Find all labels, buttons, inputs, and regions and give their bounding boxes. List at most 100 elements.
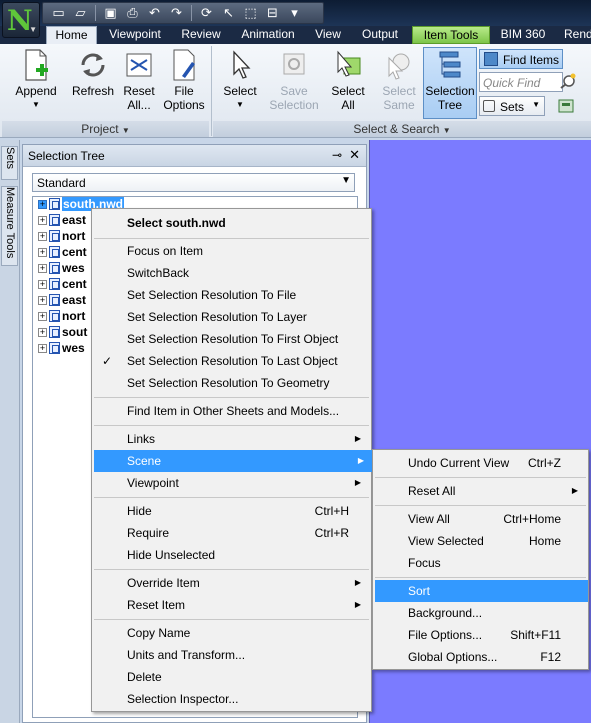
select-box-icon[interactable]: ⬚ xyxy=(241,4,260,22)
tree-item[interactable]: + east xyxy=(38,293,86,309)
dock-tab-sets[interactable]: Sets xyxy=(1,146,18,180)
tab-item-tools[interactable]: Item Tools xyxy=(412,26,490,44)
expand-icon[interactable]: + xyxy=(38,248,47,257)
save-selection-button[interactable]: Save Selection xyxy=(266,48,322,112)
menu-item-resolution-last-object[interactable]: ✓ Set Selection Resolution To Last Object xyxy=(94,350,369,372)
menu-item-background[interactable]: Background... xyxy=(375,602,586,624)
quick-find-input[interactable]: Quick Find xyxy=(479,72,563,92)
customize-qat-icon[interactable]: ▾ xyxy=(285,4,304,22)
save-icon[interactable]: ▣ xyxy=(101,4,120,22)
menu-item-sort[interactable]: Sort xyxy=(375,580,588,602)
refresh-icon[interactable]: ⟳ xyxy=(197,4,216,22)
menu-item-switchback[interactable]: SwitchBack xyxy=(94,262,369,284)
expand-icon[interactable]: + xyxy=(38,296,47,305)
select-same-button[interactable]: Select Same xyxy=(378,48,420,112)
menu-item-find-in-other-sheets[interactable]: Find Item in Other Sheets and Models... xyxy=(94,400,369,422)
tab-output[interactable]: Output xyxy=(352,26,408,44)
tree-mode-select[interactable]: Standard ▼ xyxy=(32,173,355,192)
manage-sets-icon[interactable] xyxy=(556,96,576,116)
find-items-button[interactable]: Find Items xyxy=(479,49,563,69)
select-all-button[interactable]: Select All xyxy=(328,48,368,112)
file-icon xyxy=(49,278,60,290)
sets-dropdown[interactable]: Sets ▼ xyxy=(479,96,545,116)
tree-item[interactable]: + nort xyxy=(38,309,85,325)
menu-item-reset-item[interactable]: Reset Item ▶ xyxy=(94,594,369,616)
tree-item[interactable]: + wes xyxy=(38,341,85,357)
redo-icon[interactable]: ↷ xyxy=(167,4,186,22)
menu-item-resolution-geometry[interactable]: Set Selection Resolution To Geometry xyxy=(94,372,369,394)
pin-icon[interactable]: ⊸ xyxy=(332,148,342,162)
selection-tree-button[interactable]: Selection Tree xyxy=(423,47,477,119)
new-icon[interactable]: ▭ xyxy=(49,4,68,22)
select-search-panel-title[interactable]: Select & Search ▼ xyxy=(213,121,591,137)
menu-item-reset-all[interactable]: Reset All ▶ xyxy=(375,480,586,502)
file-options-label-2: Options xyxy=(163,98,205,112)
menu-item-override-item[interactable]: Override Item ▶ xyxy=(94,572,369,594)
menu-item-focus[interactable]: Focus xyxy=(375,552,586,574)
reset-all-label-2: All... xyxy=(127,98,151,112)
tree-item[interactable]: + east xyxy=(38,213,86,229)
menu-item-scene[interactable]: Scene ▶ xyxy=(94,450,372,472)
tree-item[interactable]: + cent xyxy=(38,245,87,261)
expand-icon[interactable]: + xyxy=(38,216,47,225)
menu-item-resolution-layer[interactable]: Set Selection Resolution To Layer xyxy=(94,306,369,328)
menu-item-undo-current-view[interactable]: Undo Current View Ctrl+Z xyxy=(375,452,561,474)
append-button[interactable]: Append ▼ xyxy=(10,48,62,112)
menu-item-require[interactable]: Require Ctrl+R xyxy=(94,522,349,544)
menu-item-viewpoint[interactable]: Viewpoint ▶ xyxy=(94,472,369,494)
tab-bim-360[interactable]: BIM 360 xyxy=(494,26,552,44)
tab-render[interactable]: Rend xyxy=(556,26,591,44)
expand-icon[interactable]: + xyxy=(38,280,47,289)
close-icon[interactable]: ✕ xyxy=(349,147,360,163)
menu-item-file-options[interactable]: File Options... Shift+F11 xyxy=(375,624,561,646)
quick-access-toolbar: ▭ ▱ ▣ ⎙ ↶ ↷ ⟳ ↖ ⬚ ⊟ ▾ xyxy=(42,2,324,24)
tree-item[interactable]: + cent xyxy=(38,277,87,293)
select-button[interactable]: Select ▼ xyxy=(218,48,262,112)
expand-icon[interactable]: + xyxy=(38,328,47,337)
expand-icon[interactable]: + xyxy=(38,200,47,209)
menu-item-selection-inspector[interactable]: Selection Inspector... xyxy=(94,688,369,710)
tab-viewpoint[interactable]: Viewpoint xyxy=(100,26,170,44)
expand-icon[interactable]: + xyxy=(38,344,47,353)
dock-tab-measure-tools[interactable]: Measure Tools xyxy=(1,186,18,266)
expand-icon[interactable]: + xyxy=(38,312,47,321)
tree-item[interactable]: + sout xyxy=(38,325,87,341)
print-icon[interactable]: ⎙ xyxy=(123,4,142,22)
file-options-button[interactable]: File Options xyxy=(160,48,208,112)
refresh-button[interactable]: Refresh xyxy=(68,48,118,98)
menu-item-copy-name[interactable]: Copy Name xyxy=(94,622,369,644)
select-all-label-1: Select xyxy=(331,84,365,98)
tab-review[interactable]: Review xyxy=(174,26,228,44)
menu-item-links[interactable]: Links ▶ xyxy=(94,428,369,450)
menu-item-select-file[interactable]: Select south.nwd xyxy=(94,212,369,234)
select-icon[interactable]: ↖ xyxy=(219,4,238,22)
submenu-arrow-icon: ▶ xyxy=(354,478,361,487)
expand-icon[interactable]: + xyxy=(38,232,47,241)
menu-item-focus-on-item[interactable]: Focus on Item xyxy=(94,240,369,262)
collapse-icon[interactable]: ⊟ xyxy=(263,4,282,22)
menu-item-hide-unselected[interactable]: Hide Unselected xyxy=(94,544,369,566)
quick-find-icon[interactable] xyxy=(557,72,577,92)
expand-icon[interactable]: + xyxy=(38,264,47,273)
menu-item-resolution-file[interactable]: Set Selection Resolution To File xyxy=(94,284,369,306)
menu-item-units-and-transform[interactable]: Units and Transform... xyxy=(94,644,369,666)
open-icon[interactable]: ▱ xyxy=(71,4,90,22)
file-icon xyxy=(49,342,60,354)
tree-item[interactable]: + wes xyxy=(38,261,85,277)
menu-item-resolution-first-object[interactable]: Set Selection Resolution To First Object xyxy=(94,328,369,350)
undo-icon[interactable]: ↶ xyxy=(145,4,164,22)
project-panel-title[interactable]: Project ▼ xyxy=(2,121,209,137)
chevron-down-icon: ▼ xyxy=(341,175,351,186)
menu-item-view-selected[interactable]: View Selected Home xyxy=(375,530,561,552)
tab-home[interactable]: Home xyxy=(46,26,97,44)
menu-item-hide[interactable]: Hide Ctrl+H xyxy=(94,500,349,522)
tab-view[interactable]: View xyxy=(308,26,348,44)
tab-animation[interactable]: Animation xyxy=(232,26,304,44)
menu-item-delete[interactable]: Delete xyxy=(94,666,369,688)
menu-item-view-all[interactable]: View All Ctrl+Home xyxy=(375,508,561,530)
menu-item-global-options[interactable]: Global Options... F12 xyxy=(375,646,561,668)
save-selection-label-2: Selection xyxy=(269,98,319,112)
reset-all-button[interactable]: Reset All... xyxy=(120,48,158,112)
application-menu-button[interactable]: N ▼ xyxy=(2,2,40,38)
tree-item[interactable]: + nort xyxy=(38,229,85,245)
